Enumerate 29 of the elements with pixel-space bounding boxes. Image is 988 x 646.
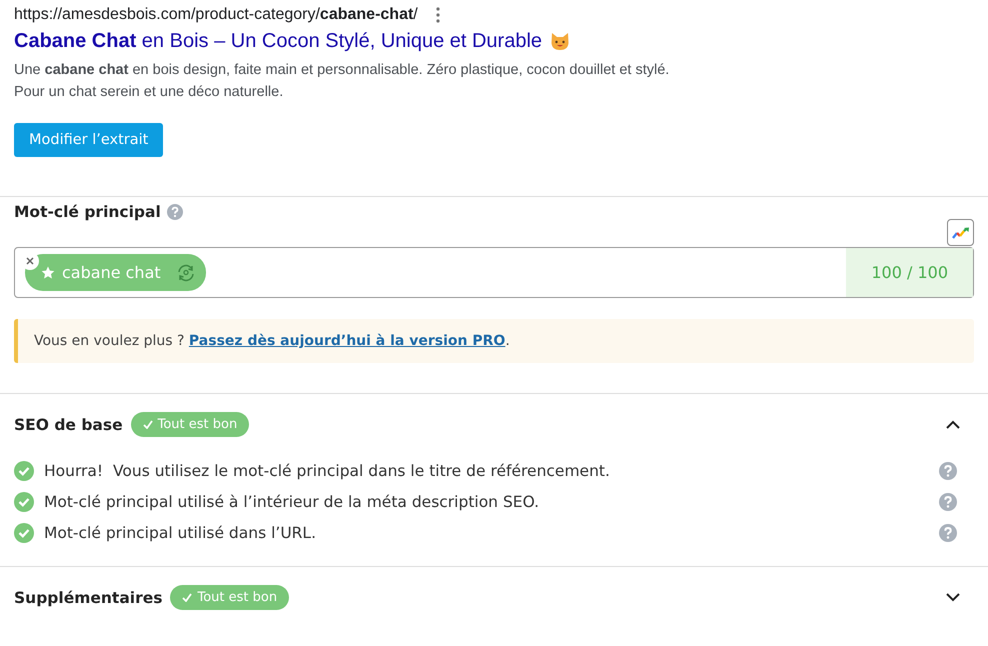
check-text: Mot-clé principal utilisé à l’intérieur de la méta description SEO.	[44, 493, 540, 511]
help-icon[interactable]	[939, 462, 957, 480]
status-badge: Tout est bon	[130, 412, 250, 437]
cat-face-icon	[550, 32, 570, 51]
section-label: Mot-clé principal	[14, 203, 161, 221]
section-title: SEO de base	[14, 416, 123, 434]
notice-text: Vous en voulez plus ? Passez dès aujourd’hui à la version PRO.	[34, 333, 510, 349]
expand-icon[interactable]	[946, 593, 960, 602]
edit-snippet-button[interactable]: Modifier l’extrait	[14, 123, 164, 157]
collapse-icon[interactable]	[946, 420, 960, 429]
help-icon[interactable]	[166, 204, 183, 220]
star-icon	[41, 266, 55, 280]
keyword-text: cabane chat	[62, 263, 161, 282]
trend-chart-icon	[952, 226, 970, 238]
trends-button[interactable]	[947, 219, 974, 246]
snippet-description: Pour un chat serein et une déco naturelle.	[14, 83, 284, 102]
upgrade-link[interactable]: Passez dès aujourd’hui à la version PRO	[188, 333, 506, 349]
help-icon[interactable]	[939, 524, 957, 542]
snippet-description: Une cabane chat en bois design, faite main et personnalisable. Zéro plastique, cocon douillet et stylé.	[14, 61, 670, 80]
snippet-url: https://amesdesbois.com/product-category/cabane-chat/	[14, 6, 418, 24]
more-options-icon[interactable]	[436, 7, 440, 23]
status-badge: Tout est bon	[170, 585, 290, 610]
section-title: Supplémentaires	[14, 588, 162, 606]
refresh-icon[interactable]	[176, 264, 196, 282]
snippet-title[interactable]: Cabane Chat en Bois – Un Cocon Stylé, Unique et Durable	[14, 30, 542, 53]
keyword-score: 100 / 100	[846, 248, 973, 297]
check-text: Hourra! Vous utilisez le mot-clé principal dans le titre de référencement.	[44, 462, 610, 480]
check-text: Mot-clé principal utilisé dans l’URL.	[44, 524, 316, 542]
help-icon[interactable]	[939, 493, 957, 511]
